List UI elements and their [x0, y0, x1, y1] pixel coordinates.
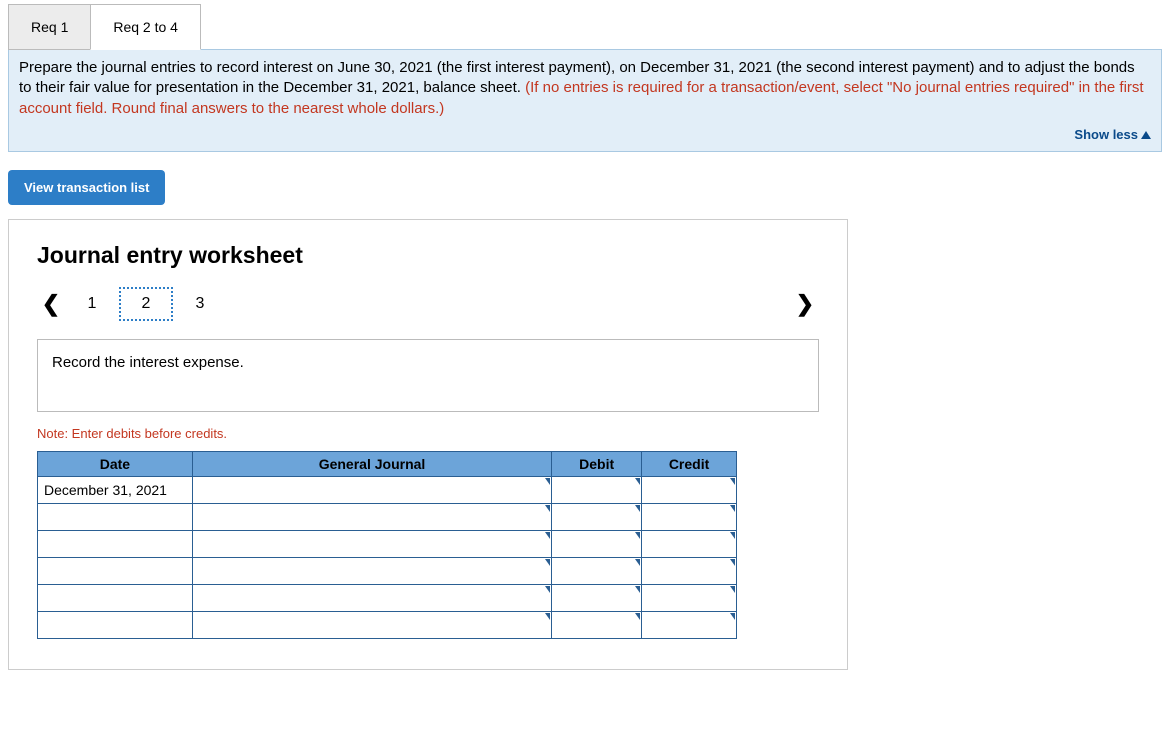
- cell-general-journal[interactable]: [192, 531, 551, 558]
- cell-credit[interactable]: [642, 504, 737, 531]
- cell-general-journal[interactable]: [192, 585, 551, 612]
- cell-credit[interactable]: [642, 558, 737, 585]
- show-less-toggle[interactable]: Show less: [1074, 126, 1151, 144]
- header-date: Date: [38, 452, 193, 477]
- cell-debit[interactable]: [552, 612, 642, 639]
- page-3[interactable]: 3: [173, 287, 227, 321]
- tab-req-2-to-4[interactable]: Req 2 to 4: [90, 4, 201, 50]
- table-row: [38, 558, 737, 585]
- cell-general-journal[interactable]: [192, 477, 551, 504]
- tab-req-1[interactable]: Req 1: [8, 4, 91, 50]
- header-general-journal: General Journal: [192, 452, 551, 477]
- cell-date[interactable]: [38, 612, 193, 639]
- cell-credit[interactable]: [642, 585, 737, 612]
- cell-debit[interactable]: [552, 531, 642, 558]
- cell-date[interactable]: December 31, 2021: [38, 477, 193, 504]
- chevron-left-icon[interactable]: ❮: [37, 291, 65, 317]
- note-text: Note: Enter debits before credits.: [37, 426, 819, 441]
- cell-date[interactable]: [38, 531, 193, 558]
- table-row: [38, 504, 737, 531]
- cell-debit[interactable]: [552, 558, 642, 585]
- worksheet-title: Journal entry worksheet: [37, 242, 819, 269]
- table-row: December 31, 2021: [38, 477, 737, 504]
- cell-debit[interactable]: [552, 585, 642, 612]
- table-row: [38, 612, 737, 639]
- cell-date[interactable]: [38, 504, 193, 531]
- cell-date[interactable]: [38, 585, 193, 612]
- cell-general-journal[interactable]: [192, 504, 551, 531]
- table-row: [38, 585, 737, 612]
- cell-general-journal[interactable]: [192, 558, 551, 585]
- page-1[interactable]: 1: [65, 287, 119, 321]
- cell-credit[interactable]: [642, 531, 737, 558]
- cell-general-journal[interactable]: [192, 612, 551, 639]
- page-2[interactable]: 2: [119, 287, 173, 321]
- entry-instruction-text: Record the interest expense.: [52, 354, 244, 371]
- pager: ❮ 1 2 3 ❯: [37, 287, 819, 321]
- instruction-panel: Prepare the journal entries to record in…: [8, 49, 1162, 152]
- show-less-label: Show less: [1074, 126, 1138, 144]
- header-credit: Credit: [642, 452, 737, 477]
- cell-credit[interactable]: [642, 612, 737, 639]
- view-transaction-list-button[interactable]: View transaction list: [8, 170, 165, 205]
- caret-up-icon: [1141, 131, 1151, 139]
- cell-debit[interactable]: [552, 477, 642, 504]
- chevron-right-icon[interactable]: ❯: [791, 291, 819, 317]
- cell-date[interactable]: [38, 558, 193, 585]
- table-row: [38, 531, 737, 558]
- tabs-bar: Req 1 Req 2 to 4: [8, 4, 1162, 50]
- cell-credit[interactable]: [642, 477, 737, 504]
- journal-entry-worksheet: Journal entry worksheet ❮ 1 2 3 ❯ Record…: [8, 219, 848, 670]
- header-debit: Debit: [552, 452, 642, 477]
- entry-instruction-box: Record the interest expense.: [37, 339, 819, 412]
- cell-debit[interactable]: [552, 504, 642, 531]
- journal-table: Date General Journal Debit Credit Decemb…: [37, 451, 737, 639]
